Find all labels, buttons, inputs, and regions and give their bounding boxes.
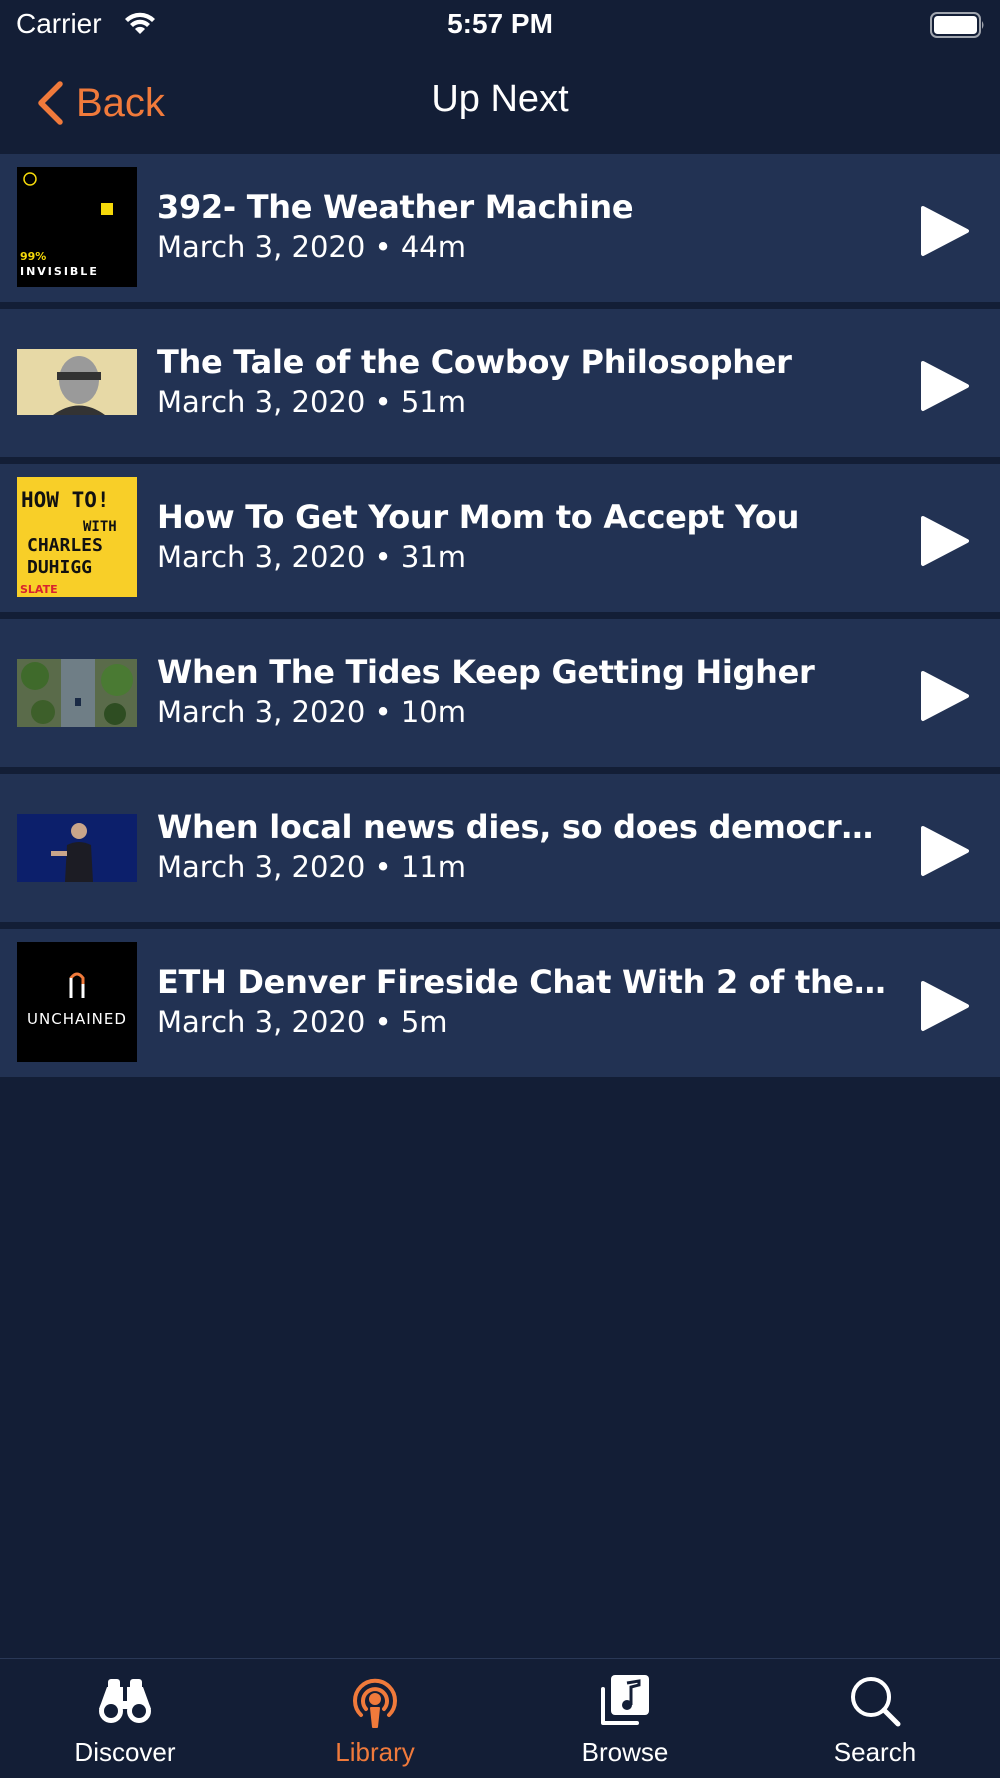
episode-artwork <box>17 632 137 752</box>
tab-discover[interactable]: Discover <box>0 1659 250 1778</box>
play-icon <box>921 671 969 721</box>
binoculars-icon <box>95 1671 155 1731</box>
play-icon <box>921 206 969 256</box>
episode-artwork <box>17 787 137 907</box>
episode-meta: March 3, 2020 • 51m <box>157 385 467 419</box>
svg-text:HOW TO!: HOW TO! <box>21 488 110 512</box>
clock: 5:57 PM <box>447 8 553 39</box>
svg-text:99%: 99% <box>20 250 46 263</box>
tab-search[interactable]: Search <box>750 1659 1000 1778</box>
svg-text:DUHIGG: DUHIGG <box>27 557 92 578</box>
episode-title: How To Get Your Mom to Accept You <box>157 498 800 536</box>
play-icon <box>921 361 969 411</box>
list-item[interactable]: HOW TO! WITH CHARLES DUHIGG SLATE How To… <box>0 464 1000 612</box>
page-title: Up Next <box>431 78 569 120</box>
svg-text:SLATE: SLATE <box>20 583 58 596</box>
episode-artwork: UNCHAINED <box>17 942 137 1062</box>
svg-text:CHARLES: CHARLES <box>27 535 103 556</box>
play-icon <box>921 981 969 1031</box>
episode-title: The Tale of the Cowboy Philosopher <box>157 343 792 381</box>
episode-title: When local news dies, so does democracy … <box>157 808 893 846</box>
search-icon <box>845 1671 905 1731</box>
play-button[interactable] <box>920 670 970 722</box>
episode-meta: March 3, 2020 • 11m <box>157 850 467 884</box>
list-item[interactable]: UNCHAINED ETH Denver Fireside Chat With … <box>0 929 1000 1077</box>
svg-text:INVISIBLE: INVISIBLE <box>20 265 99 278</box>
tab-label: Discover <box>74 1737 176 1767</box>
episode-meta: March 3, 2020 • 10m <box>157 695 467 729</box>
play-icon <box>921 516 969 566</box>
episode-title: When The Tides Keep Getting Higher <box>157 653 815 691</box>
svg-text:UNCHAINED: UNCHAINED <box>27 1010 127 1028</box>
tab-label: Search <box>833 1737 917 1767</box>
navigation-bar: Back Up Next <box>0 52 1000 154</box>
tab-library[interactable]: Library <box>250 1659 500 1778</box>
episode-title: 392- The Weather Machine <box>157 188 634 226</box>
play-button[interactable] <box>920 360 970 412</box>
tab-label: Browse <box>581 1737 669 1767</box>
list-item[interactable]: When local news dies, so does democracy … <box>0 774 1000 922</box>
status-bar: Carrier 5:57 PM <box>0 0 1000 52</box>
up-next-list: 99% INVISIBLE 392- The Weather Machine M… <box>0 154 1000 1084</box>
play-button[interactable] <box>920 515 970 567</box>
episode-meta: March 3, 2020 • 44m <box>157 230 467 264</box>
play-button[interactable] <box>920 980 970 1032</box>
battery-icon <box>930 12 986 38</box>
list-item[interactable]: 99% INVISIBLE 392- The Weather Machine M… <box>0 154 1000 302</box>
episode-meta: March 3, 2020 • 31m <box>157 540 467 574</box>
svg-text:WITH: WITH <box>83 519 117 535</box>
play-icon <box>921 826 969 876</box>
music-library-icon <box>595 1671 655 1731</box>
episode-artwork: 99% INVISIBLE <box>17 167 137 287</box>
episode-artwork <box>17 322 137 442</box>
play-button[interactable] <box>920 205 970 257</box>
list-item[interactable]: When The Tides Keep Getting Higher March… <box>0 619 1000 767</box>
tab-bar: Discover Library Browse Search <box>0 1658 1000 1778</box>
tab-label: Library <box>335 1737 415 1767</box>
episode-title: ETH Denver Fireside Chat With 2 of the M… <box>157 963 893 1001</box>
episode-meta: March 3, 2020 • 5m <box>157 1005 448 1039</box>
tab-browse[interactable]: Browse <box>500 1659 750 1778</box>
episode-artwork: HOW TO! WITH CHARLES DUHIGG SLATE <box>17 477 137 597</box>
play-button[interactable] <box>920 825 970 877</box>
podcast-icon <box>345 1671 405 1731</box>
list-item[interactable]: The Tale of the Cowboy Philosopher March… <box>0 309 1000 457</box>
